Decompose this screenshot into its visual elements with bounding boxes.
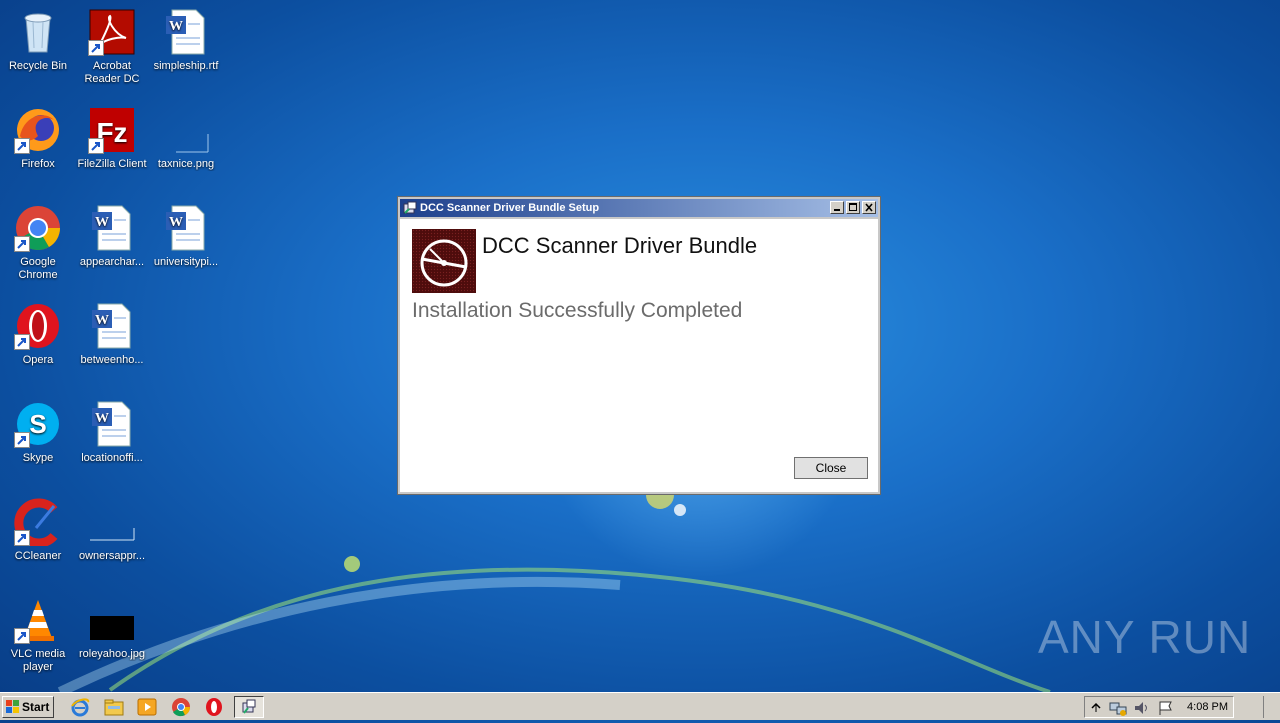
shortcut-arrow-icon [88,40,104,56]
desktop-icon-label: Acrobat Reader DC [84,60,140,85]
setup-icon [403,201,417,215]
desktop-icon-acrobat-reader[interactable]: Acrobat Reader DC [74,4,150,96]
dialog-title: DCC Scanner Driver Bundle Setup [420,202,600,214]
desktop-icon-ownersappr[interactable]: ownersappr... [74,494,150,586]
desktop-icon-label: VLC media player [10,648,66,673]
clock[interactable]: 4:08 PM [1187,696,1228,718]
shortcut-arrow-icon [14,530,30,546]
desktop-icon-label: Firefox [21,158,55,170]
recycle-bin-icon [14,8,62,56]
desktop-icon-label: universitypi... [153,256,219,268]
desktop-icon-label: roleyahoo.jpg [78,648,146,660]
desktop-icon-vlc[interactable]: VLC media player [0,592,76,684]
desktop-icon-opera[interactable]: Opera [0,298,76,390]
installation-status: Installation Successfully Completed [412,299,743,322]
anyrun-watermark: ANY RUN [1038,610,1251,664]
action-center-flag-icon[interactable] [1157,700,1175,721]
close-window-button[interactable] [862,201,876,214]
shortcut-arrow-icon [14,334,30,350]
scanner-disc-logo-icon [412,229,476,293]
desktop-icon-recycle-bin[interactable]: Recycle Bin [0,4,76,96]
svg-text:W: W [95,411,109,426]
firefox-icon [14,106,62,154]
skype-icon: S [14,400,62,448]
taskbar: Start 4:08 PM [0,692,1280,720]
desktop-icon-label: CCleaner [14,550,62,562]
desktop-icon-appearchar[interactable]: W appearchar... [74,200,150,292]
svg-text:W: W [169,19,183,34]
image-file-icon [88,498,136,546]
opera-icon [14,302,62,350]
svg-text:S: S [29,409,46,439]
taskbar-setup-icon[interactable] [234,696,264,718]
taskbar-ie-icon[interactable] [68,696,92,718]
word-document-icon: W [162,8,210,56]
desktop-icon-label: Google Chrome [18,256,58,281]
close-button[interactable]: Close [794,457,868,479]
desktop-icon-roleyahoo[interactable]: roleyahoo.jpg [74,592,150,684]
desktop-icon-betweenho[interactable]: W betweenho... [74,298,150,390]
start-label: Start [22,700,50,714]
desktop-icon-label: appearchar... [79,256,145,268]
desktop-icon-label: Skype [22,452,54,464]
volume-icon[interactable] [1133,700,1151,721]
desktop-icon-label: simpleship.rtf [153,60,219,72]
word-document-icon: W [88,204,136,252]
desktop-icon-label: betweenho... [80,354,144,366]
dialog-titlebar[interactable]: DCC Scanner Driver Bundle Setup [400,199,878,217]
svg-text:W: W [169,215,183,230]
setup-dialog: DCC Scanner Driver Bundle Setup DCC Scan… [397,196,881,495]
windows-logo-icon [6,700,20,714]
minimize-button[interactable] [830,201,844,214]
app-name-heading: DCC Scanner Driver Bundle [482,233,758,258]
desktop-icon-ccleaner[interactable]: CCleaner [0,494,76,586]
desktop-icon-label: ownersappr... [78,550,146,562]
ccleaner-icon [14,498,62,548]
taskbar-chrome-icon[interactable] [169,696,193,718]
desktop-icon-taxnice[interactable]: taxnice.png [148,102,224,194]
watermark-text: ANY RUN [1038,611,1252,663]
shortcut-arrow-icon [14,138,30,154]
chrome-icon [14,204,62,252]
desktop-icon-locationoffi[interactable]: W locationoffi... [74,396,150,488]
desktop-icon-firefox[interactable]: Firefox [0,102,76,194]
desktop-icon-filezilla[interactable]: Fz FileZilla Client [74,102,150,194]
word-document-icon: W [88,400,136,448]
dialog-content: DCC Scanner Driver Bundle Installation S… [400,219,878,492]
svg-text:W: W [95,313,109,328]
desktop-icon-label: Opera [22,354,54,366]
taskbar-media-player-icon[interactable] [135,696,159,718]
taskbar-opera-icon[interactable] [202,696,226,718]
desktop-icon-label: FileZilla Client [77,158,147,170]
vlc-icon [14,596,62,644]
desktop-icon-label: locationoffi... [81,452,143,464]
start-button[interactable]: Start [2,696,54,718]
desktop-icon-label: taxnice.png [157,158,215,170]
image-file-icon [88,596,136,644]
acrobat-icon [88,8,136,56]
filezilla-icon: Fz [88,106,136,154]
network-icon[interactable] [1109,700,1127,721]
shortcut-arrow-icon [88,138,104,154]
desktop-icon-google-chrome[interactable]: Google Chrome [0,200,76,292]
shortcut-arrow-icon [14,236,30,252]
show-desktop-button[interactable] [1263,696,1278,718]
desktop-icon-skype[interactable]: S Skype [0,396,76,488]
word-document-icon: W [162,204,210,252]
desktop-icon-simpleship[interactable]: W simpleship.rtf [148,4,224,96]
show-hidden-icons-chevron-icon[interactable] [1091,700,1101,719]
word-document-icon: W [88,302,136,350]
shortcut-arrow-icon [14,432,30,448]
desktop-icon-universitypi[interactable]: W universitypi... [148,200,224,292]
shortcut-arrow-icon [14,628,30,644]
image-file-icon [162,106,210,154]
desktop-icon-label: Recycle Bin [8,60,68,72]
maximize-button[interactable] [846,201,860,214]
svg-text:W: W [95,215,109,230]
taskbar-explorer-icon[interactable] [102,696,126,718]
